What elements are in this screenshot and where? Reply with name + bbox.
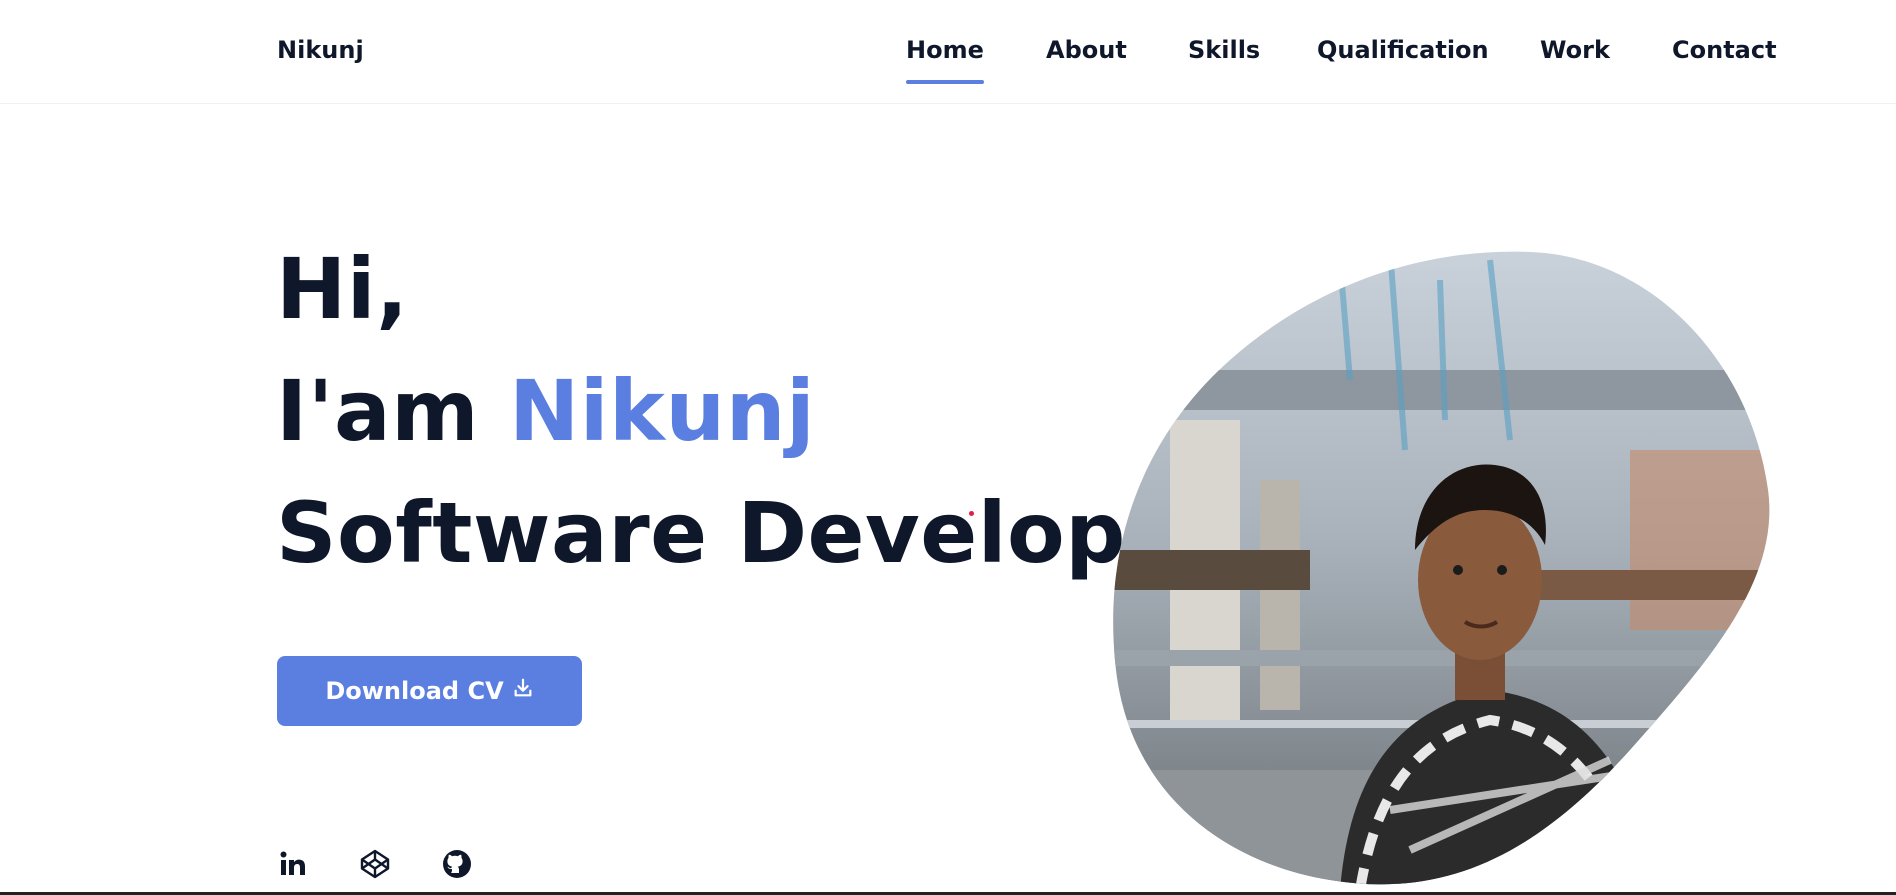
hero-greeting: Hi,	[276, 240, 409, 338]
linkedin-icon[interactable]	[277, 848, 309, 880]
hero-role: Software Developer	[276, 484, 1226, 582]
nav-contact[interactable]: Contact	[1672, 36, 1777, 64]
download-icon	[512, 677, 534, 705]
nav-qualification[interactable]: Qualification	[1317, 36, 1489, 64]
main-nav: Home About Skills Qualification Work Con…	[0, 36, 1896, 86]
hero-intro-prefix: I'am	[276, 362, 480, 460]
download-cv-label: Download CV	[325, 677, 504, 705]
nav-home[interactable]: Home	[906, 36, 984, 84]
nav-work[interactable]: Work	[1540, 36, 1610, 64]
github-icon[interactable]	[441, 848, 473, 880]
hero-intro: I'am Nikunj	[276, 362, 815, 460]
nav-skills[interactable]: Skills	[1188, 36, 1260, 64]
download-cv-button[interactable]: Download CV	[277, 656, 582, 726]
codepen-icon[interactable]	[359, 848, 391, 880]
profile-photo	[1110, 250, 1770, 890]
cursor-dot	[969, 511, 974, 516]
site-header: Nikunj Home About Skills Qualification W…	[0, 0, 1896, 104]
hero-name: Nikunj	[508, 362, 816, 460]
nav-about[interactable]: About	[1046, 36, 1127, 64]
